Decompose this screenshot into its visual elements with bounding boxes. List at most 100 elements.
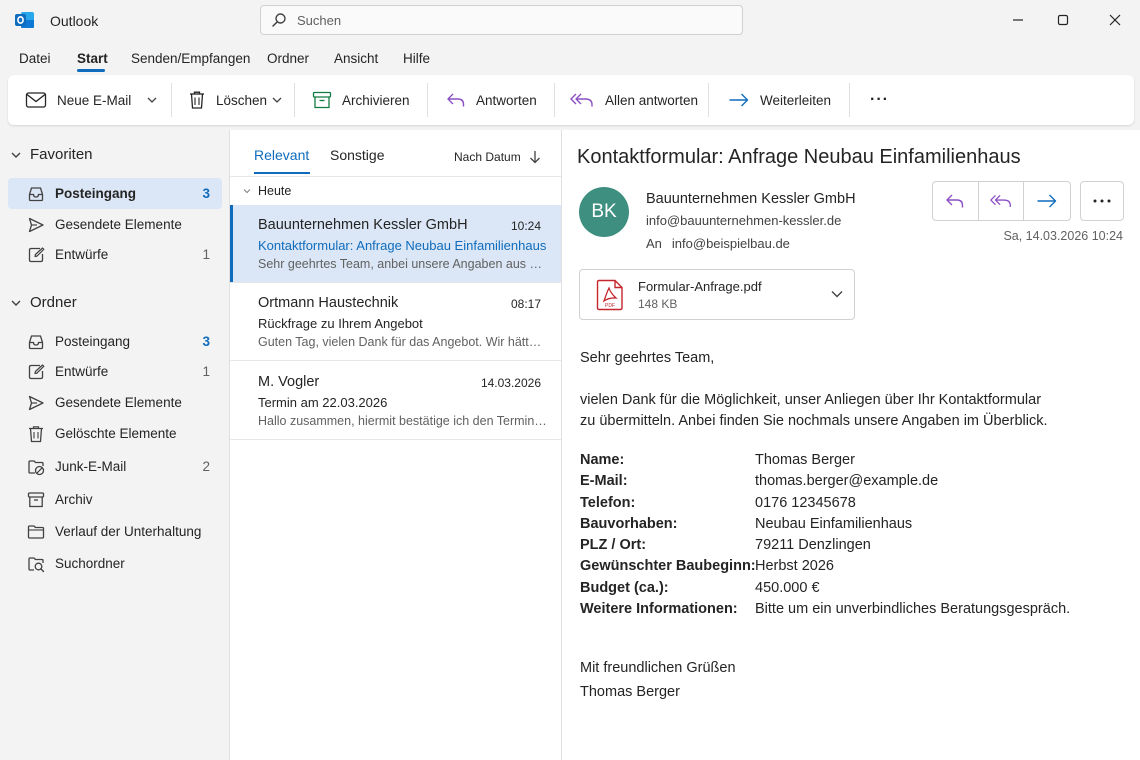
avatar: BK — [579, 187, 629, 237]
folder-archiv[interactable]: Archiv — [8, 484, 222, 515]
forward-label: Weiterleiten — [760, 92, 832, 108]
folder-fav-posteingang[interactable]: Posteingang 3 — [8, 178, 222, 209]
archive-label: Archivieren — [342, 92, 410, 108]
delete-label: Löschen — [216, 92, 268, 108]
message-list: Relevant Sonstige Nach Datum Heute Bauun… — [229, 130, 562, 760]
sort-label: Nach Datum — [454, 150, 521, 164]
sort-button[interactable]: Nach Datum — [454, 150, 541, 164]
folder-suchordner[interactable]: Suchordner — [8, 548, 222, 579]
field-value: Thomas Berger — [755, 452, 855, 468]
archive-icon — [312, 91, 342, 109]
folder-label: Entwürfe — [55, 247, 109, 262]
folder-fav-entwuerfe[interactable]: Entwürfe 1 — [8, 239, 222, 270]
mail-icon — [25, 91, 57, 109]
inbox-icon — [27, 185, 45, 203]
message-item[interactable]: M. Vogler 14.03.2026 Termin am 22.03.202… — [230, 362, 561, 440]
pdf-icon: PDF — [596, 279, 624, 311]
message-preview: Guten Tag, vielen Dank für das Angebot. … — [258, 335, 548, 349]
folder-gesendete-elemente[interactable]: Gesendete Elemente — [8, 387, 222, 418]
minimize-icon — [1012, 14, 1024, 26]
ribbon-separator — [708, 83, 709, 117]
field-row: Name: Thomas Berger — [580, 450, 1070, 471]
email-body: Sehr geehrtes Team, vielen Dank für die … — [580, 348, 1048, 432]
menu-hilfe[interactable]: Hilfe — [403, 51, 430, 66]
outlook-logo-icon — [15, 11, 35, 29]
field-row: E-Mail: thomas.berger@example.de — [580, 471, 1070, 492]
menu-ordner[interactable]: Ordner — [267, 51, 309, 66]
folder-fav-gesendete-elemente[interactable]: Gesendete Elemente — [8, 209, 222, 240]
greeting: Sehr geehrtes Team, — [580, 350, 715, 366]
reply-action-button[interactable] — [933, 182, 979, 220]
field-value: thomas.berger@example.de — [755, 473, 939, 490]
new-mail-dropdown[interactable] — [146, 75, 158, 125]
menu-ansicht[interactable]: Ansicht — [334, 51, 378, 66]
folder-label: Entwürfe — [55, 364, 109, 379]
recipient-email[interactable]: info@beispielbau.de — [672, 236, 790, 251]
inbox-icon — [27, 333, 45, 351]
minimize-button[interactable] — [996, 6, 1040, 34]
trash-icon — [27, 425, 45, 443]
forward-action-button[interactable] — [1024, 182, 1070, 220]
archive-button[interactable]: Archivieren — [312, 75, 410, 125]
field-label: PLZ / Ort: — [580, 537, 647, 554]
folder-label: Junk-E-Mail — [55, 459, 127, 474]
menu-datei[interactable]: Datei — [19, 51, 51, 66]
ribbon-separator — [427, 83, 428, 117]
delete-dropdown[interactable] — [271, 75, 283, 125]
maximize-icon — [1057, 14, 1069, 26]
reply-all-icon — [569, 91, 605, 109]
intro-line: vielen Dank für die Möglichkeit, unser A… — [580, 392, 1042, 408]
folder-verlauf-der-unterhaltung[interactable]: Verlauf der Unterhaltung — [8, 516, 222, 547]
unread-count: 3 — [202, 186, 210, 201]
new-mail-button[interactable]: Neue E-Mail — [25, 75, 131, 125]
attachment-size: 148 KB — [638, 297, 678, 311]
forward-icon — [1036, 192, 1058, 210]
search-input[interactable] — [297, 11, 727, 29]
field-value: 79211 Denzlingen — [755, 537, 871, 554]
folders-header[interactable]: Ordner — [10, 294, 77, 311]
field-row: Telefon: 0176 12345678 — [580, 493, 1070, 514]
chevron-down-icon — [10, 297, 30, 309]
tab-relevant[interactable]: Relevant — [254, 147, 309, 163]
attachment-card[interactable]: PDF Formular-Anfrage.pdf 148 KB — [579, 269, 855, 320]
reply-icon — [446, 91, 476, 109]
draft-icon — [27, 246, 45, 264]
folder-label: Gesendete Elemente — [55, 217, 182, 232]
tab-sonstige[interactable]: Sonstige — [330, 147, 384, 163]
sender-name[interactable]: Bauunternehmen Kessler GmbH — [646, 191, 856, 207]
email-closing: Mit freundlichen Grüßen Thomas Berger — [580, 656, 736, 704]
date-group-header[interactable]: Heute — [242, 184, 291, 198]
folder-label: Archiv — [55, 492, 93, 507]
folder-posteingang[interactable]: Posteingang 3 — [8, 326, 222, 357]
forward-button[interactable]: Weiterleiten — [728, 75, 831, 125]
search-box[interactable] — [260, 5, 743, 35]
close-button[interactable] — [1093, 6, 1137, 34]
chevron-down-icon — [271, 94, 283, 106]
chevron-down-icon[interactable] — [830, 288, 844, 300]
field-value: Herbst 2026 — [755, 558, 834, 575]
message-sender: Bauunternehmen Kessler GmbH — [258, 217, 468, 233]
delete-button[interactable]: Löschen — [188, 75, 267, 125]
message-more-button[interactable] — [1080, 181, 1124, 221]
reply-all-button[interactable]: Allen antworten — [569, 75, 698, 125]
field-value: 450.000 € — [755, 579, 820, 596]
active-tab-indicator — [254, 172, 310, 174]
message-item[interactable]: Ortmann Haustechnik 08:17 Rückfrage zu I… — [230, 283, 561, 361]
reply-button[interactable]: Antworten — [446, 75, 537, 125]
message-item[interactable]: Bauunternehmen Kessler GmbH 10:24 Kontak… — [230, 205, 561, 283]
menu-senden-empfangen[interactable]: Senden/Empfangen — [131, 51, 250, 66]
unread-count: 3 — [202, 334, 210, 349]
reply-all-action-button[interactable] — [979, 182, 1025, 220]
folder-geloeschte-elemente[interactable]: Gelöschte Elemente — [8, 418, 222, 449]
sender-email[interactable]: info@bauunternehmen-kessler.de — [646, 213, 841, 228]
more-options-label: ··· — [870, 91, 889, 108]
folder-entwuerfe[interactable]: Entwürfe 1 — [8, 356, 222, 387]
maximize-button[interactable] — [1041, 6, 1085, 34]
field-label: E-Mail: — [580, 473, 628, 490]
folder-label: Verlauf der Unterhaltung — [55, 524, 202, 539]
menu-start[interactable]: Start — [77, 51, 108, 66]
folder-label: Gesendete Elemente — [55, 395, 182, 410]
folder-junk-e-mail[interactable]: Junk-E-Mail 2 — [8, 451, 222, 482]
more-options-button[interactable]: ··· — [870, 75, 889, 125]
favorites-header[interactable]: Favoriten — [10, 146, 93, 163]
